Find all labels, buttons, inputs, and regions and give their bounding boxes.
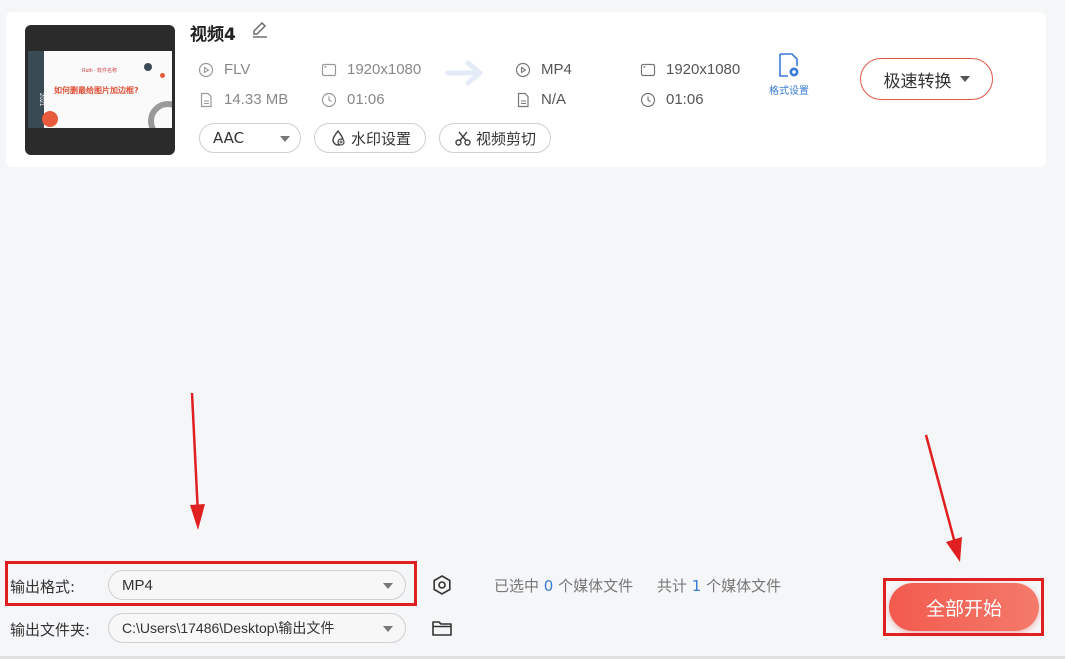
annotation-arrow-start	[924, 434, 962, 562]
source-size-value: 14.33 MB	[224, 91, 289, 108]
status-selected-count: 0	[543, 577, 554, 595]
status-total-prefix: 共计	[656, 577, 687, 595]
target-format: MP4	[515, 61, 572, 78]
format-settings-button[interactable]: 格式设置	[764, 52, 814, 97]
annotation-arrow-format	[190, 392, 205, 530]
source-duration: 01:06	[321, 91, 385, 108]
video-trim-label: 视频剪切	[476, 129, 537, 148]
video-trim-button[interactable]: 视频剪切	[439, 123, 551, 153]
source-resolution-value: 1920x1080	[347, 61, 422, 78]
target-duration-value: 01:06	[666, 91, 704, 108]
resolution-icon	[321, 63, 337, 76]
thumbnail-headline: 如何删最给图片加边框?	[54, 86, 139, 95]
decorative-dot	[42, 111, 58, 127]
target-resolution: 1920x1080	[640, 61, 740, 78]
chevron-down-icon	[383, 626, 393, 632]
file-size-icon	[200, 92, 212, 107]
source-resolution: 1920x1080	[321, 61, 421, 78]
convert-arrow-icon	[445, 60, 483, 86]
watermark-settings-button[interactable]: 水印设置	[314, 123, 426, 153]
video-thumbnail[interactable]: 2021 Ruth · 软件名称 如何删最给图片加边框?	[25, 25, 175, 155]
chevron-down-icon	[959, 76, 970, 82]
output-folder-label-text: 输出文件夹:	[10, 621, 91, 639]
file-size-icon	[517, 92, 529, 107]
speed-convert-label: 极速转换	[883, 71, 952, 92]
folder-icon[interactable]	[431, 618, 453, 638]
target-format-value: MP4	[541, 61, 572, 78]
scissors-icon	[455, 131, 471, 146]
video-format-icon	[515, 62, 531, 77]
output-folder-label: 输出文件夹:	[10, 619, 90, 640]
thumbnail-slide: 2021 Ruth · 软件名称 如何删最给图片加边框?	[28, 51, 172, 128]
status-total-count: 1	[691, 577, 702, 595]
format-settings-icon	[779, 53, 799, 77]
edit-icon[interactable]	[250, 19, 270, 39]
watermark-icon	[332, 129, 345, 146]
target-size: N/A	[515, 91, 566, 108]
clock-icon	[321, 92, 337, 107]
status-total-suffix: 个媒体文件	[706, 577, 782, 595]
target-resolution-value: 1920x1080	[666, 61, 741, 78]
clock-icon	[640, 92, 656, 107]
audio-codec-select[interactable]: AAC	[199, 123, 301, 153]
speed-convert-dropdown[interactable]: 极速转换	[860, 58, 993, 100]
format-highlight-box	[5, 561, 417, 606]
video-format-icon	[198, 62, 214, 77]
decorative-dot	[144, 63, 152, 71]
file-title: 视频4	[190, 25, 236, 45]
source-format: FLV	[198, 61, 250, 78]
target-duration: 01:06	[640, 91, 704, 108]
output-folder-value: C:\Users\17486\Desktop\输出文件	[122, 620, 335, 636]
status-selected-prefix: 已选中	[494, 577, 540, 595]
status-selected-suffix: 个媒体文件	[558, 577, 634, 595]
chevron-down-icon	[280, 136, 290, 142]
watermark-settings-label: 水印设置	[351, 129, 412, 148]
selection-status: 已选中 0 个媒体文件 共计 1 个媒体文件	[494, 575, 781, 596]
format-settings-gear-icon[interactable]	[431, 574, 453, 596]
target-size-value: N/A	[541, 91, 567, 108]
decorative-arc	[148, 101, 172, 128]
source-duration-value: 01:06	[347, 91, 385, 108]
start-highlight-box	[883, 578, 1044, 636]
source-format-value: FLV	[224, 61, 251, 78]
resolution-icon	[640, 63, 656, 76]
output-folder-select[interactable]: C:\Users\17486\Desktop\输出文件	[108, 613, 406, 643]
source-size: 14.33 MB	[198, 91, 288, 108]
audio-codec-value: AAC	[213, 129, 245, 147]
format-settings-label: 格式设置	[769, 86, 809, 97]
decorative-dot	[160, 73, 165, 78]
thumbnail-brand: Ruth · 软件名称	[82, 68, 118, 74]
